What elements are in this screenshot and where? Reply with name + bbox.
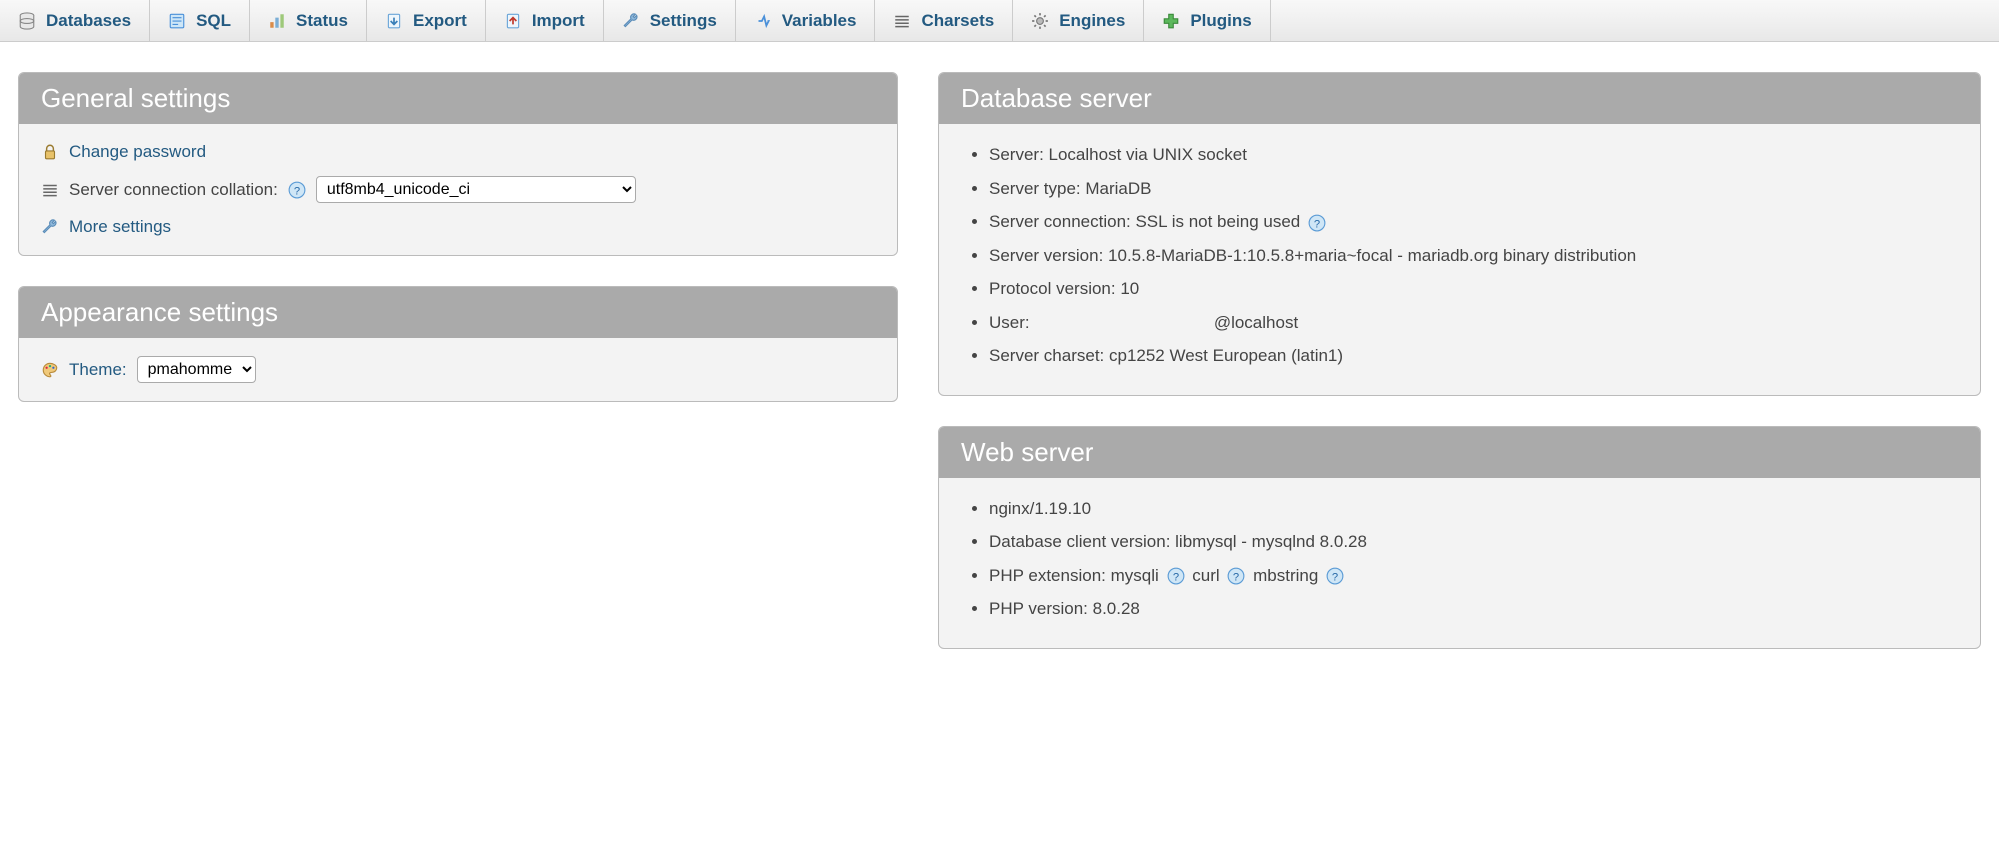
- palette-icon: [41, 361, 59, 379]
- php-ext-name: mbstring: [1253, 566, 1318, 585]
- collation-select[interactable]: utf8mb4_unicode_ci: [316, 176, 636, 203]
- nav-sql[interactable]: SQL: [150, 0, 250, 41]
- svg-text:?: ?: [1233, 572, 1239, 584]
- info-text: Server connection: SSL is not being used: [989, 212, 1300, 231]
- info-item: User: @localhost: [989, 310, 1958, 336]
- nav-label: SQL: [196, 11, 231, 31]
- info-text: User: @localhost: [989, 313, 1298, 332]
- more-settings-row: More settings: [41, 217, 875, 237]
- panel-title: General settings: [19, 73, 897, 124]
- panel-title: Appearance settings: [19, 287, 897, 338]
- appearance-settings-panel: Appearance settings Theme: pmahomme: [18, 286, 898, 402]
- collation-label: Server connection collation:: [69, 180, 278, 200]
- nav-export[interactable]: Export: [367, 0, 486, 41]
- wrench-icon: [41, 218, 59, 236]
- db-server-info-list: Server: Localhost via UNIX socket Server…: [961, 142, 1958, 369]
- list-icon: [41, 181, 59, 199]
- php-ext-label: PHP extension:: [989, 566, 1106, 585]
- panel-title: Web server: [939, 427, 1980, 478]
- nav-status[interactable]: Status: [250, 0, 367, 41]
- info-item: Server type: MariaDB: [989, 176, 1958, 202]
- nav-label: Settings: [650, 11, 717, 31]
- wrench-icon: [622, 12, 640, 30]
- database-icon: [18, 12, 36, 30]
- lock-icon: [41, 143, 59, 161]
- more-settings-link[interactable]: More settings: [69, 217, 171, 237]
- nav-label: Engines: [1059, 11, 1125, 31]
- plugin-icon: [1162, 12, 1180, 30]
- gear-icon: [1031, 12, 1049, 30]
- main-content: General settings Change password Server …: [0, 42, 1999, 709]
- top-nav: Databases SQL Status Export Import Setti…: [0, 0, 1999, 42]
- change-password-link[interactable]: Change password: [69, 142, 206, 162]
- help-icon[interactable]: ?: [288, 181, 306, 199]
- nav-label: Plugins: [1190, 11, 1251, 31]
- php-ext-name: curl: [1192, 566, 1219, 585]
- nav-label: Import: [532, 11, 585, 31]
- svg-text:?: ?: [294, 185, 300, 197]
- nav-engines[interactable]: Engines: [1013, 0, 1144, 41]
- nav-charsets[interactable]: Charsets: [875, 0, 1013, 41]
- help-icon[interactable]: ?: [1326, 567, 1344, 585]
- svg-text:?: ?: [1314, 218, 1320, 230]
- help-icon[interactable]: ?: [1227, 567, 1245, 585]
- php-ext-name: mysqli: [1111, 566, 1159, 585]
- help-icon[interactable]: ?: [1167, 567, 1185, 585]
- info-item: PHP extension: mysqli ? curl ? mbstring …: [989, 563, 1958, 589]
- info-item: Server: Localhost via UNIX socket: [989, 142, 1958, 168]
- change-password-row: Change password: [41, 142, 875, 162]
- help-icon[interactable]: ?: [1308, 214, 1326, 232]
- nav-label: Variables: [782, 11, 857, 31]
- web-server-info-list: nginx/1.19.10 Database client version: l…: [961, 496, 1958, 622]
- import-icon: [504, 12, 522, 30]
- charsets-icon: [893, 12, 911, 30]
- general-settings-panel: General settings Change password Server …: [18, 72, 898, 256]
- svg-text:?: ?: [1332, 572, 1338, 584]
- panel-body: Theme: pmahomme: [19, 338, 897, 401]
- info-item: PHP version: 8.0.28: [989, 596, 1958, 622]
- right-column: Database server Server: Localhost via UN…: [938, 72, 1981, 679]
- panel-body: nginx/1.19.10 Database client version: l…: [939, 478, 1980, 648]
- export-icon: [385, 12, 403, 30]
- theme-select[interactable]: pmahomme: [137, 356, 256, 383]
- theme-label[interactable]: Theme:: [69, 360, 127, 380]
- nav-variables[interactable]: Variables: [736, 0, 876, 41]
- info-item: Database client version: libmysql - mysq…: [989, 529, 1958, 555]
- nav-import[interactable]: Import: [486, 0, 604, 41]
- info-item: Server version: 10.5.8-MariaDB-1:10.5.8+…: [989, 243, 1958, 269]
- nav-settings[interactable]: Settings: [604, 0, 736, 41]
- info-item: Server connection: SSL is not being used…: [989, 209, 1958, 235]
- info-item: Server charset: cp1252 West European (la…: [989, 343, 1958, 369]
- database-server-panel: Database server Server: Localhost via UN…: [938, 72, 1981, 396]
- nav-databases[interactable]: Databases: [0, 0, 150, 41]
- panel-body: Change password Server connection collat…: [19, 124, 897, 255]
- nav-label: Export: [413, 11, 467, 31]
- collation-row: Server connection collation: ? utf8mb4_u…: [41, 176, 875, 203]
- info-item: nginx/1.19.10: [989, 496, 1958, 522]
- sql-icon: [168, 12, 186, 30]
- nav-label: Databases: [46, 11, 131, 31]
- svg-text:?: ?: [1172, 572, 1178, 584]
- web-server-panel: Web server nginx/1.19.10 Database client…: [938, 426, 1981, 649]
- variables-icon: [754, 12, 772, 30]
- nav-label: Status: [296, 11, 348, 31]
- left-column: General settings Change password Server …: [18, 72, 898, 679]
- status-icon: [268, 12, 286, 30]
- nav-label: Charsets: [921, 11, 994, 31]
- panel-title: Database server: [939, 73, 1980, 124]
- nav-plugins[interactable]: Plugins: [1144, 0, 1270, 41]
- theme-row: Theme: pmahomme: [41, 356, 875, 383]
- info-item: Protocol version: 10: [989, 276, 1958, 302]
- panel-body: Server: Localhost via UNIX socket Server…: [939, 124, 1980, 395]
